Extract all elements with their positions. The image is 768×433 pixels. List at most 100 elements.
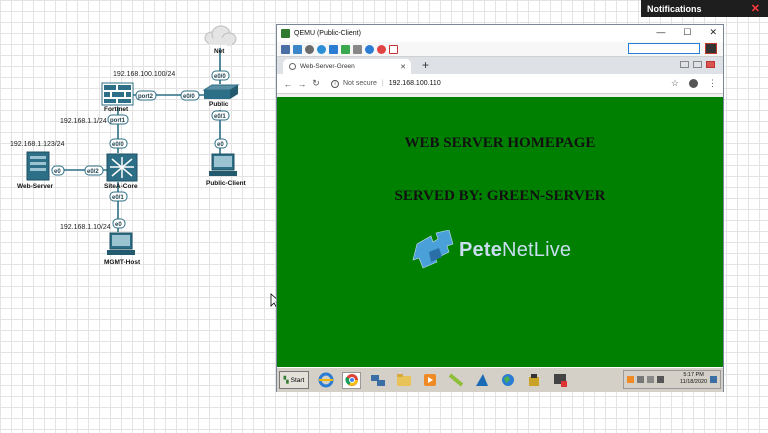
wireshark-icon[interactable]: [472, 372, 491, 389]
browser-navbar: ← → ↻ i Not secure | 192.168.100.110 ☆ ⋮: [277, 74, 723, 94]
svg-text:e0/0: e0/0: [112, 142, 124, 148]
profile-avatar-icon[interactable]: [689, 79, 698, 88]
iface-label: e0/0: [211, 70, 230, 81]
qemu-search-field[interactable]: [628, 43, 700, 54]
tray-volume-icon[interactable]: [647, 376, 654, 383]
qemu-titlebar[interactable]: QEMU (Public-Client) — ☐ ✕: [277, 25, 723, 42]
node-label-fortinet: Fortinet: [104, 106, 129, 113]
iface-label: e0: [51, 165, 65, 176]
ip-web-server: 192.168.1.123/24: [10, 141, 65, 148]
start-label: Start: [290, 376, 305, 384]
network-topology: Net Fortinet 192.168.100.100/24 192.168.…: [10, 25, 247, 266]
close-icon[interactable]: ✕: [751, 2, 760, 15]
iface-label: e0/1: [211, 110, 230, 121]
ip-mgmt-host: 192.168.1.10/24: [60, 224, 111, 231]
iface-label: e0/2: [84, 165, 104, 176]
refresh-icon[interactable]: [317, 44, 326, 54]
iface-label: port2: [135, 90, 157, 101]
usb-icon[interactable]: [341, 44, 350, 54]
reload-button[interactable]: ↻: [309, 78, 323, 89]
minimize-button[interactable]: —: [656, 27, 665, 38]
svg-text:e0/1: e0/1: [112, 195, 124, 201]
node-label-mgmt-host: MGMT-Host: [104, 259, 141, 266]
stop-icon[interactable]: [377, 44, 386, 54]
system-tray: 5:17 PM 11/18/2020: [623, 370, 721, 389]
svg-text:e0: e0: [115, 222, 122, 228]
iface-label: e0: [214, 138, 228, 149]
svg-text:e0/0: e0/0: [214, 74, 226, 80]
svg-text:e0/1: e0/1: [214, 114, 226, 120]
settings-icon[interactable]: [305, 44, 314, 54]
tray-monitor-icon[interactable]: [657, 376, 664, 383]
firewall-icon[interactable]: [101, 82, 134, 106]
iface-label: e0: [112, 218, 126, 229]
windows-flag-icon: ▚: [283, 377, 289, 384]
address-separator: |: [381, 80, 384, 87]
windows-icon[interactable]: [329, 44, 338, 54]
globe-icon: [289, 63, 296, 70]
maximize-button[interactable]: ☐: [683, 27, 691, 38]
svg-text:e0/0: e0/0: [183, 94, 195, 100]
qemu-record-icon[interactable]: [705, 43, 717, 54]
svg-text:e0: e0: [54, 169, 61, 175]
node-label-net: Net: [214, 48, 225, 55]
browser-maximize-button[interactable]: [693, 61, 702, 68]
putty-icon[interactable]: [524, 372, 543, 389]
web-page-content: WEB SERVER HOMEPAGE SERVED BY: GREEN-SER…: [277, 97, 723, 367]
browser-tab[interactable]: Web-Server-Green ✕: [283, 59, 411, 74]
start-button[interactable]: ▚ Start: [279, 371, 309, 389]
tray-clock[interactable]: 5:17 PM 11/18/2020: [680, 372, 707, 386]
power-icon[interactable]: [389, 44, 398, 54]
page-heading: WEB SERVER HOMEPAGE: [404, 135, 596, 151]
cable-icon[interactable]: [446, 372, 465, 389]
guest-taskbar: ▚ Start 5:17 PM 11/18/2020: [277, 367, 723, 392]
folder-icon[interactable]: [394, 372, 413, 389]
browser-minimize-button[interactable]: [680, 61, 689, 68]
tray-app-icon[interactable]: [627, 376, 634, 383]
node-label-web-server: Web-Server: [17, 183, 53, 190]
keyboard-icon[interactable]: [281, 44, 290, 54]
back-button[interactable]: ←: [281, 79, 295, 89]
internet-explorer-icon[interactable]: [316, 372, 335, 389]
close-button[interactable]: ✕: [709, 27, 717, 38]
server-icon[interactable]: [26, 151, 50, 181]
qemu-window: QEMU (Public-Client) — ☐ ✕ Web-Server-Gr…: [276, 24, 724, 392]
petenetlive-logo: PeteNetLive: [411, 230, 571, 270]
globe-icon[interactable]: [498, 372, 517, 389]
qemu-app-icon: [281, 29, 290, 38]
router-icon[interactable]: [106, 153, 138, 182]
browser-close-button[interactable]: [706, 61, 715, 68]
tab-close-icon[interactable]: ✕: [400, 63, 406, 71]
info-icon[interactable]: i: [331, 79, 339, 88]
node-label-sitea-core: SiteA-Core: [104, 183, 138, 190]
browser-menu-icon[interactable]: ⋮: [708, 78, 717, 89]
screenshot-icon[interactable]: [353, 44, 362, 54]
new-tab-button[interactable]: +: [422, 58, 429, 72]
switch-icon[interactable]: [202, 84, 240, 99]
pc-icon[interactable]: [107, 232, 135, 255]
fullscreen-icon[interactable]: [293, 44, 302, 54]
tab-title: Web-Server-Green: [300, 63, 355, 70]
qemu-window-title: QEMU (Public-Client): [294, 30, 361, 37]
svg-text:port1: port1: [110, 118, 126, 124]
node-label-public: Public: [209, 101, 229, 108]
show-desktop-icon[interactable]: [710, 376, 717, 383]
media-player-icon[interactable]: [420, 372, 439, 389]
clock-time: 5:17 PM: [683, 372, 704, 378]
page-subheading: SERVED BY: GREEN-SERVER: [394, 188, 606, 204]
browser-tabstrip: Web-Server-Green ✕ +: [277, 57, 723, 74]
bookmark-star-icon[interactable]: ☆: [671, 78, 679, 89]
chrome-icon[interactable]: [342, 371, 361, 389]
pc-icon[interactable]: [209, 153, 237, 176]
info-icon[interactable]: [365, 44, 374, 54]
address-bar-url[interactable]: 192.168.100.110: [389, 80, 441, 87]
tray-network-icon[interactable]: [637, 376, 644, 383]
puzzle-logo-icon: [412, 230, 454, 269]
notifications-bar[interactable]: Notifications ✕: [641, 0, 768, 17]
notifications-title: Notifications: [647, 3, 702, 14]
forward-button[interactable]: →: [295, 79, 309, 89]
terminal-icon[interactable]: [550, 372, 569, 389]
net-cloud-icon[interactable]: [204, 25, 237, 46]
network-icon[interactable]: [368, 372, 387, 389]
svg-text:e0/2: e0/2: [87, 169, 99, 175]
